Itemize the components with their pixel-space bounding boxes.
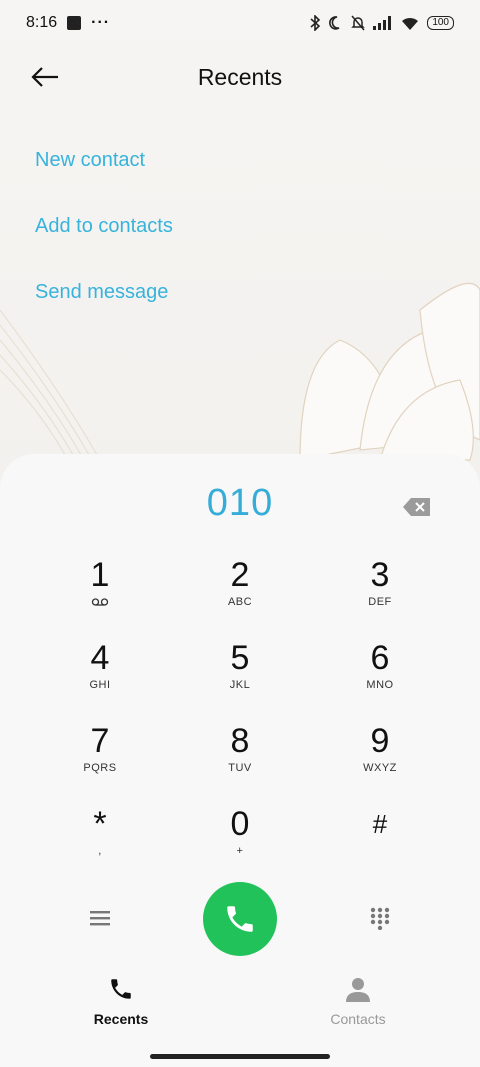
home-indicator[interactable] bbox=[150, 1054, 330, 1059]
key-1[interactable]: 1 bbox=[30, 556, 170, 638]
key-letters: MNO bbox=[366, 679, 394, 691]
bottom-nav: Recents Contacts bbox=[0, 976, 480, 1036]
key-letters: PQRS bbox=[83, 762, 117, 774]
status-time: 8:16 bbox=[26, 14, 58, 31]
key-8[interactable]: 8 TUV bbox=[170, 722, 310, 804]
menu-button[interactable] bbox=[88, 908, 112, 928]
key-digit: 9 bbox=[370, 722, 390, 760]
battery-icon: 100 bbox=[427, 16, 454, 30]
backspace-button[interactable] bbox=[402, 496, 432, 518]
header: Recents bbox=[0, 52, 480, 102]
key-hash[interactable]: # bbox=[310, 805, 450, 887]
phone-icon bbox=[111, 979, 131, 999]
key-letters: , bbox=[98, 845, 102, 857]
add-to-contacts-link[interactable]: Add to contacts bbox=[35, 206, 173, 272]
voicemail-icon bbox=[91, 598, 109, 606]
key-digit: # bbox=[372, 809, 388, 839]
person-icon bbox=[346, 978, 370, 1002]
moon-icon bbox=[329, 16, 340, 30]
key-4[interactable]: 4 GHI bbox=[30, 639, 170, 721]
key-letters: TUV bbox=[228, 762, 252, 774]
nav-recents[interactable]: Recents bbox=[61, 976, 181, 1027]
bell-muted-icon bbox=[351, 15, 366, 31]
key-digit: 0 bbox=[230, 805, 250, 843]
key-digit: 2 bbox=[230, 556, 250, 594]
dialer-panel: 010 1 2 ABC 3 DEF 4 GHI 5 JKL 6 MNO 7 PQ… bbox=[0, 454, 480, 1067]
key-letters: DEF bbox=[368, 596, 392, 608]
key-letters: JKL bbox=[229, 679, 251, 691]
dialer-controls bbox=[0, 882, 480, 958]
key-digit: 7 bbox=[90, 722, 110, 760]
key-digit: 3 bbox=[370, 556, 390, 594]
page-title: Recents bbox=[197, 64, 283, 90]
status-left: 8:16 ··· bbox=[26, 14, 110, 32]
key-9[interactable]: 9 WXYZ bbox=[310, 722, 450, 804]
call-button[interactable] bbox=[203, 882, 277, 956]
key-2[interactable]: 2 ABC bbox=[170, 556, 310, 638]
more-notifications-icon: ··· bbox=[91, 14, 111, 31]
key-digit: 4 bbox=[90, 639, 110, 677]
key-digit: 6 bbox=[370, 639, 390, 677]
key-letters: ABC bbox=[227, 596, 253, 608]
key-digit: 1 bbox=[90, 556, 110, 594]
new-contact-link[interactable]: New contact bbox=[35, 140, 173, 206]
key-star[interactable]: * , bbox=[30, 805, 170, 887]
nav-contacts-label: Contacts bbox=[330, 1011, 386, 1027]
bluetooth-icon bbox=[310, 15, 321, 31]
dialpad-toggle-button[interactable] bbox=[369, 906, 391, 930]
status-right: 100 bbox=[309, 15, 454, 31]
notification-app-icon bbox=[67, 16, 82, 30]
key-0[interactable]: 0 + bbox=[170, 805, 310, 887]
key-7[interactable]: 7 PQRS bbox=[30, 722, 170, 804]
key-5[interactable]: 5 JKL bbox=[170, 639, 310, 721]
key-digit: * bbox=[93, 805, 107, 843]
signal-icon bbox=[373, 16, 392, 30]
phone-icon bbox=[227, 906, 253, 932]
key-letters: GHI bbox=[89, 679, 111, 691]
key-letters: WXYZ bbox=[363, 762, 397, 774]
key-3[interactable]: 3 DEF bbox=[310, 556, 450, 638]
nav-contacts[interactable]: Contacts bbox=[298, 976, 418, 1027]
key-digit: 8 bbox=[230, 722, 250, 760]
wifi-icon bbox=[402, 17, 419, 30]
key-digit: 5 bbox=[230, 639, 250, 677]
nav-recents-label: Recents bbox=[93, 1011, 149, 1027]
key-letters: + bbox=[236, 845, 244, 857]
decorative-flower bbox=[0, 282, 480, 461]
status-bar: 8:16 ··· 100 bbox=[0, 0, 480, 46]
key-6[interactable]: 6 MNO bbox=[310, 639, 450, 721]
